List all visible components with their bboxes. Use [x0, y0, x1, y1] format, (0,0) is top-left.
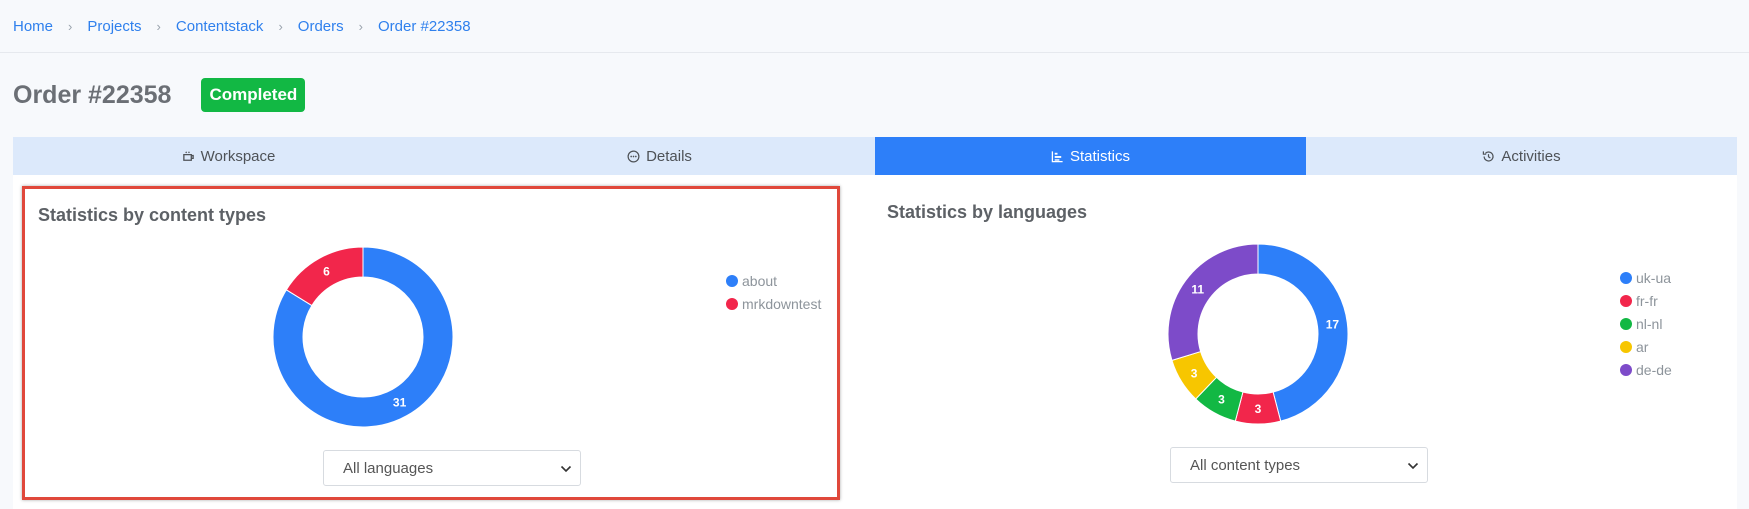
- header-divider: [0, 52, 1749, 53]
- chevron-right-icon: ›: [68, 18, 73, 34]
- tab-workspace-label: Workspace: [200, 147, 276, 165]
- languages-data-label-fr-fr: 3: [1255, 402, 1262, 416]
- content-types-data-label-about: 31: [393, 395, 407, 409]
- legend-item-ar[interactable]: ar: [1620, 335, 1672, 358]
- chevron-right-icon: ›: [278, 18, 283, 34]
- tab-activities[interactable]: Activities: [1306, 137, 1737, 175]
- page-title: Order #22358: [13, 80, 172, 109]
- legend-item-de-de[interactable]: de-de: [1620, 358, 1672, 381]
- legend-dot: [1620, 294, 1632, 307]
- content-types-data-label-mrkdowntest: 6: [323, 265, 330, 279]
- tab-activities-label: Activities: [1501, 147, 1561, 165]
- workspace-icon: [182, 150, 195, 163]
- content-types-legend: about mrkdowntest: [726, 269, 821, 315]
- legend-item-mrkdowntest[interactable]: mrkdowntest: [726, 292, 821, 315]
- legend-item-about[interactable]: about: [726, 269, 821, 292]
- language-filter-value: All languages: [343, 459, 434, 477]
- history-icon: [1482, 150, 1495, 163]
- tab-details-label: Details: [646, 147, 692, 165]
- content-types-section: Statistics by content types 31 6 about mr…: [22, 186, 840, 500]
- legend-label: nl-nl: [1636, 315, 1663, 332]
- legend-dot: [726, 274, 738, 287]
- legend-dot: [1620, 271, 1632, 284]
- tab-statistics-label: Statistics: [1069, 147, 1130, 165]
- status-badge: Completed: [201, 78, 306, 112]
- tab-statistics[interactable]: Statistics: [875, 137, 1306, 175]
- languages-data-label-de-de: 11: [1191, 282, 1204, 296]
- breadcrumb-home[interactable]: Home: [13, 18, 53, 35]
- tab-bar: Workspace Details Statistics Activities: [13, 137, 1737, 175]
- legend-item-fr-fr[interactable]: fr-fr: [1620, 289, 1672, 312]
- languages-heading: Statistics by languages: [887, 202, 1088, 222]
- legend-item-nl-nl[interactable]: nl-nl: [1620, 312, 1672, 335]
- languages-data-label-uk-ua: 17: [1326, 317, 1340, 331]
- chevron-right-icon: ›: [156, 18, 161, 34]
- details-icon: [627, 150, 640, 163]
- legend-dot: [1620, 340, 1632, 353]
- chevron-down-icon: [1407, 457, 1419, 474]
- legend-label: uk-ua: [1636, 269, 1672, 286]
- statistics-icon: [1051, 150, 1064, 163]
- tab-details[interactable]: Details: [444, 137, 875, 175]
- content-types-donut-chart: 31 6: [272, 246, 454, 428]
- content-type-filter-value: All content types: [1190, 456, 1301, 474]
- legend-label: de-de: [1636, 361, 1672, 378]
- legend-label: fr-fr: [1636, 292, 1658, 309]
- legend-label: about: [742, 272, 778, 289]
- breadcrumb-contentstack[interactable]: Contentstack: [176, 18, 264, 35]
- languages-slice-de-de[interactable]: [1167, 243, 1259, 361]
- content-types-heading: Statistics by content types: [38, 205, 267, 225]
- languages-data-label-ar: 3: [1191, 366, 1198, 380]
- legend-dot: [1620, 317, 1632, 330]
- legend-label: ar: [1636, 338, 1649, 355]
- title-row: Order #22358 Completed: [13, 78, 306, 112]
- tab-workspace[interactable]: Workspace: [13, 137, 444, 175]
- breadcrumb: Home › Projects › Contentstack › Orders …: [13, 0, 1749, 52]
- chevron-down-icon: [560, 460, 572, 477]
- content-type-filter-select[interactable]: All content types: [1170, 447, 1428, 483]
- languages-legend: uk-ua fr-fr nl-nl ar de-de: [1620, 266, 1672, 381]
- legend-dot: [726, 297, 738, 310]
- legend-dot: [1620, 363, 1632, 376]
- language-filter-select[interactable]: All languages: [323, 450, 581, 486]
- legend-item-uk-ua[interactable]: uk-ua: [1620, 266, 1672, 289]
- languages-donut-chart: 17 3 3 3 11: [1167, 243, 1349, 425]
- languages-section: Statistics by languages 17 3 3 3 11 uk-ua fr…: [865, 186, 1725, 500]
- breadcrumb-current-order[interactable]: Order #22358: [378, 18, 471, 35]
- breadcrumb-projects[interactable]: Projects: [87, 18, 141, 35]
- breadcrumb-orders[interactable]: Orders: [298, 18, 344, 35]
- legend-label: mrkdowntest: [742, 295, 822, 312]
- chevron-right-icon: ›: [358, 18, 363, 34]
- languages-data-label-nl-nl: 3: [1218, 392, 1225, 406]
